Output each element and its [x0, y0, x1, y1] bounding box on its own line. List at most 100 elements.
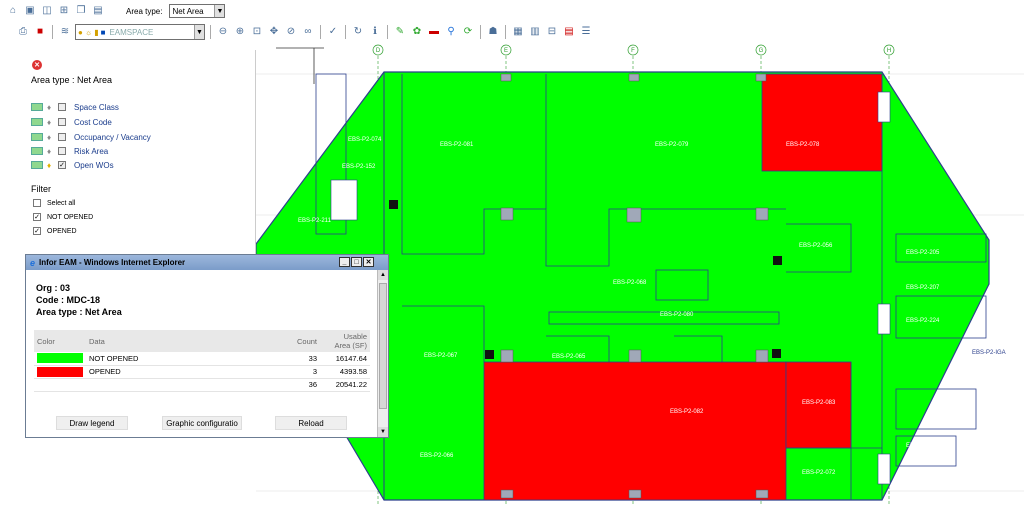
table-header-row: Color Data Count Usable Area (SF)	[34, 330, 370, 352]
separator	[505, 25, 506, 39]
refresh-icon[interactable]: ⟳	[461, 25, 475, 39]
layer-row-cost-code[interactable]: ♦ Cost Code	[31, 116, 112, 128]
drawing-toolbar: ⎙ ■ ≋ ● ☼ ▮ ■ EAMSPACE ▼ ⊖ ⊕ ⊡ ✥ ⊘ ∞ ✓ ↻…	[0, 22, 1024, 42]
select-icon[interactable]: ▣	[23, 4, 37, 18]
list-icon[interactable]: ☰	[579, 25, 593, 39]
reload-button[interactable]: Reload	[275, 416, 347, 430]
shapes-icon[interactable]: ✿	[410, 25, 424, 39]
zoom-out-icon[interactable]: ⊖	[216, 25, 230, 39]
color-swatch	[37, 366, 83, 377]
draw-legend-button[interactable]: Draw legend	[56, 416, 128, 430]
layer-row-open-wos[interactable]: ♦ ✓ Open WOs	[31, 159, 114, 171]
copy-icon[interactable]: ❐	[74, 4, 88, 18]
layer-label[interactable]: Risk Area	[74, 147, 108, 156]
bulb-icon[interactable]: ♦	[47, 133, 54, 142]
report-icon[interactable]: ▤	[562, 25, 576, 39]
layer-swatch	[31, 133, 43, 141]
col-count: Count	[270, 330, 320, 352]
chevron-down-icon: ▼	[194, 25, 204, 39]
grid-label-d: D	[376, 48, 381, 54]
rotate-icon[interactable]: ↻	[351, 25, 365, 39]
table-row[interactable]: OPENED 3 4393.58	[34, 365, 370, 379]
pdf-icon[interactable]: ■	[33, 25, 47, 39]
tree-icon[interactable]: ⊟	[545, 25, 559, 39]
filter-checkbox[interactable]: ✓	[33, 213, 41, 221]
area-cell: 16147.64	[320, 352, 370, 366]
bulb-icon[interactable]: ♦	[47, 147, 54, 156]
scroll-up-icon[interactable]: ▲	[378, 270, 388, 280]
layer-checkbox[interactable]: ✓	[58, 161, 66, 169]
pencil-icon[interactable]: ✎	[393, 25, 407, 39]
building-icon[interactable]: ▤	[91, 4, 105, 18]
separator	[480, 25, 481, 39]
layer-row-risk-area[interactable]: ♦ Risk Area	[31, 145, 108, 157]
layer-checkbox[interactable]	[58, 147, 66, 155]
room-ebs-p2-078[interactable]	[761, 73, 883, 172]
pan-icon[interactable]: ✥	[267, 25, 281, 39]
window-titlebar[interactable]: e Infor EAM - Windows Internet Explorer …	[26, 255, 388, 270]
layers-icon[interactable]: ⊞	[57, 4, 71, 18]
layer-row-space-class[interactable]: ♦ Space Class	[31, 101, 119, 113]
count-cell: 33	[270, 352, 320, 366]
zoom-extent-icon[interactable]: ◫	[40, 4, 54, 18]
grid-labels: D E F G H	[372, 44, 895, 56]
info-icon[interactable]: ℹ	[368, 25, 382, 39]
separator	[387, 25, 388, 39]
vertical-scrollbar[interactable]: ▲ ▼	[377, 270, 388, 437]
count-cell: 3	[270, 365, 320, 379]
room-label: EBS-P2-078	[786, 142, 820, 148]
window-title: Infor EAM - Windows Internet Explorer	[39, 258, 186, 267]
home-icon[interactable]: ⌂	[6, 4, 20, 18]
spellcheck-icon[interactable]: ✓	[326, 25, 340, 39]
filter-select-all[interactable]: Select all	[33, 199, 75, 207]
maximize-icon[interactable]: □	[351, 257, 362, 267]
zoom-in-icon[interactable]: ⊕	[233, 25, 247, 39]
layer-stack-icon[interactable]: ≋	[58, 25, 72, 39]
room-label: EBS-P2-072	[802, 470, 836, 476]
table-row[interactable]: NOT OPENED 33 16147.64	[34, 352, 370, 366]
room-label: EBS-P2-211	[298, 218, 332, 224]
grid-icon[interactable]: ▦	[511, 25, 525, 39]
filter-opened[interactable]: ✓ OPENED	[33, 227, 77, 235]
filter-not-opened[interactable]: ✓ NOT OPENED	[33, 213, 93, 221]
layer-checkbox[interactable]	[58, 118, 66, 126]
layer-checkbox[interactable]	[58, 133, 66, 141]
bulb-icon[interactable]: ♦	[47, 161, 54, 170]
filter-checkbox[interactable]: ✓	[33, 227, 41, 235]
layer-label[interactable]: Open WOs	[74, 161, 114, 170]
filter-checkbox[interactable]	[33, 199, 41, 207]
room-label: EBS-P2-226	[906, 443, 940, 449]
color-swatch	[37, 353, 83, 364]
scroll-thumb[interactable]	[379, 283, 387, 409]
bulb-icon[interactable]: ♦	[47, 103, 54, 112]
layer-label[interactable]: Space Class	[74, 103, 119, 112]
print-icon[interactable]: ⎙	[16, 25, 30, 39]
binoculars-icon[interactable]: ∞	[301, 25, 315, 39]
pin-icon[interactable]: ⚲	[444, 25, 458, 39]
users-icon[interactable]: ☗	[486, 25, 500, 39]
layer-label[interactable]: Cost Code	[74, 118, 112, 127]
grid-label-f: F	[631, 48, 635, 54]
close-icon[interactable]: ✕	[363, 257, 374, 267]
layer-checkbox[interactable]	[58, 103, 66, 111]
zoom-previous-icon[interactable]: ⊘	[284, 25, 298, 39]
layer-label[interactable]: Occupancy / Vacancy	[74, 133, 151, 142]
layer-row-occupancy[interactable]: ♦ Occupancy / Vacancy	[31, 131, 151, 143]
table-icon[interactable]: ▥	[528, 25, 542, 39]
grid-label-g: G	[759, 48, 764, 54]
zoom-window-icon[interactable]: ⊡	[250, 25, 264, 39]
close-icon[interactable]: ✕	[32, 60, 42, 70]
minimize-icon[interactable]: _	[339, 257, 350, 267]
bulb-icon[interactable]: ♦	[47, 118, 54, 127]
measure-icon[interactable]: ▬	[427, 25, 441, 39]
area-type-text: Area type : Net Area	[36, 307, 122, 317]
area-type-label: Area type:	[126, 6, 163, 16]
room-label: EBS-P2-IGA	[972, 350, 1006, 356]
layer-select[interactable]: ● ☼ ▮ ■ EAMSPACE ▼	[75, 24, 205, 40]
lock-icon: ▮	[94, 27, 99, 37]
scroll-down-icon[interactable]: ▼	[378, 427, 388, 437]
area-type-select[interactable]: Net Area ▼	[169, 4, 226, 18]
room-ebs-p2-082[interactable]	[483, 361, 787, 501]
graphic-configuration-button[interactable]: Graphic configuratio	[162, 416, 242, 430]
room-label: EBS-P2-082	[670, 409, 704, 415]
